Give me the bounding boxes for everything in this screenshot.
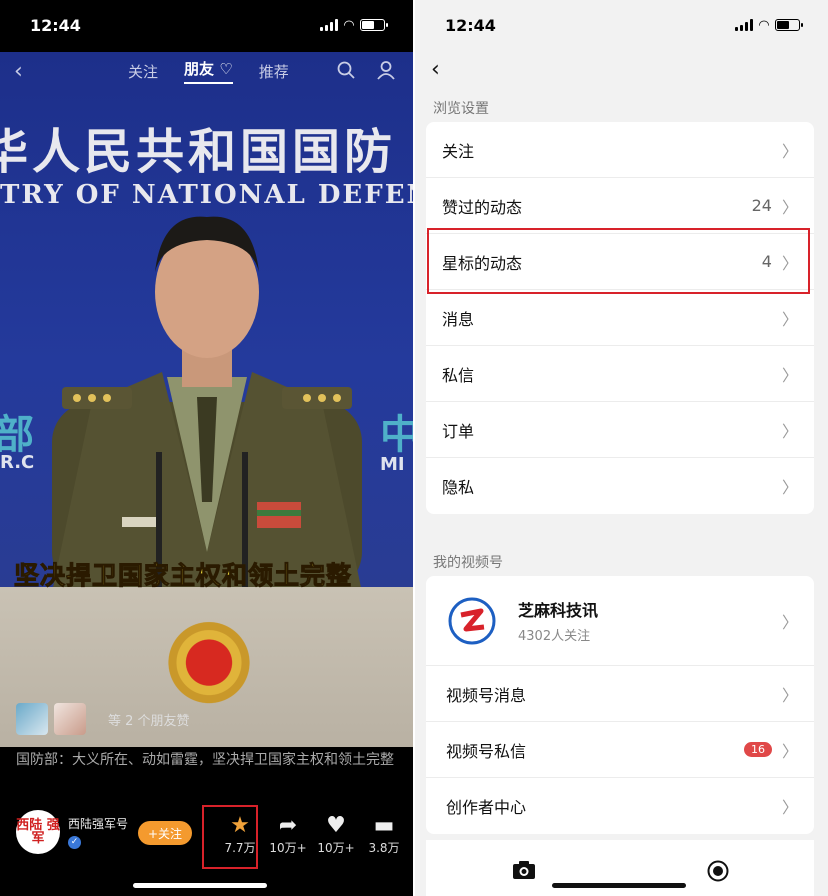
camera-icon[interactable] [512, 860, 536, 880]
highlight-box [202, 805, 258, 869]
channel-logo-icon [448, 596, 496, 645]
signal-icon [320, 19, 338, 31]
section-my-channel: 我的视频号 [433, 555, 503, 571]
friend-avatar [16, 703, 48, 735]
author-avatar[interactable]: 西陆 强军 [16, 810, 60, 854]
share-button[interactable]: ➦ 10万+ [266, 813, 310, 856]
comment-count: 3.8万 [368, 841, 400, 855]
side-small-left: R.C [0, 452, 35, 473]
channel-item[interactable]: 芝麻科技讯 4302人关注 〉 [426, 576, 814, 666]
author-name[interactable]: 西陆强军号 [68, 815, 128, 832]
national-emblem-icon [165, 612, 253, 704]
row-label: 消息 [442, 309, 475, 329]
row-creator-center[interactable]: 创作者中心 〉 [426, 778, 814, 834]
share-count: 10万+ [269, 841, 307, 855]
row-label: 关注 [442, 141, 475, 161]
signal-icon [735, 19, 753, 31]
verified-icon: ✓ [68, 836, 81, 849]
chevron-right-icon: 〉 [781, 478, 798, 497]
row-orders[interactable]: 订单 〉 [426, 402, 814, 458]
row-label: 赞过的动态 [442, 197, 523, 217]
status-bar: 12:44 ◠ [0, 0, 413, 50]
row-channel-private-messages[interactable]: 视频号私信 16 〉 [426, 722, 814, 778]
heart-icon: ♥ [326, 813, 346, 838]
tab-following[interactable]: 关注 [128, 61, 158, 82]
home-indicator[interactable] [133, 883, 267, 888]
back-icon[interactable]: ‹ [431, 57, 440, 82]
wifi-icon: ◠ [344, 17, 354, 33]
row-private-messages[interactable]: 私信 〉 [426, 346, 814, 402]
comment-icon: ▬ [373, 813, 395, 838]
section-browse-settings: 浏览设置 [433, 101, 489, 117]
like-button[interactable]: ♥ 10万+ [314, 813, 358, 856]
top-nav: ‹ 关注 朋友 ♡ 推荐 [0, 52, 413, 90]
battery-icon [360, 19, 388, 31]
row-liked-posts[interactable]: 赞过的动态 24 〉 [426, 178, 814, 234]
settings-panel: 12:44 ◠ ‹ 浏览设置 关注〉 赞过的动态 24 〉 星标的动态 4 〉 消息〉 … [415, 0, 828, 896]
share-icon: ➦ [278, 813, 298, 838]
chevron-right-icon: 〉 [781, 612, 798, 632]
chevron-right-icon: 〉 [781, 421, 798, 441]
status-time: 12:44 [445, 15, 496, 35]
video-caption: 坚决捍卫国家主权和领土完整 [13, 561, 353, 591]
profile-icon[interactable] [376, 60, 396, 80]
chevron-right-icon: 〉 [781, 365, 798, 385]
video-description[interactable]: 国防部：大义所在、动如雷霆，坚决捍卫国家主权和领土完整 [16, 748, 406, 772]
friend-likes[interactable]: 等 2 个朋友赞 [16, 703, 190, 735]
friend-avatar [54, 703, 86, 735]
back-icon[interactable]: ‹ [14, 59, 23, 84]
unread-badge: 16 [743, 742, 772, 757]
highlight-box [427, 228, 810, 294]
video-panel: 12:44 ◠ 华人民共和国国防 TRY OF NATIONAL DEFENSE… [0, 0, 413, 896]
status-time: 12:44 [30, 15, 81, 35]
home-indicator[interactable] [552, 883, 686, 888]
row-label: 隐私 [442, 478, 475, 497]
row-label: 创作者中心 [446, 798, 527, 817]
chevron-right-icon: 〉 [781, 141, 798, 161]
search-icon[interactable] [337, 61, 355, 79]
battery-icon [775, 19, 803, 31]
channel-followers: 4302人关注 [518, 629, 591, 644]
row-following[interactable]: 关注 〉 [426, 122, 814, 178]
browse-settings-card: 关注〉 赞过的动态 24 〉 星标的动态 4 〉 消息〉 私信〉 订单〉 隐私〉 [426, 122, 814, 514]
row-label: 视频号私信 [446, 741, 527, 761]
row-privacy[interactable]: 隐私 〉 [426, 458, 814, 514]
chevron-right-icon: 〉 [781, 197, 798, 217]
likes-text: 等 2 个朋友赞 [108, 713, 190, 729]
chevron-right-icon: 〉 [781, 309, 798, 329]
tab-recommended[interactable]: 推荐 [259, 61, 289, 82]
row-label: 私信 [442, 365, 475, 385]
row-label: 视频号消息 [446, 685, 527, 705]
channel-name: 芝麻科技讯 [518, 601, 599, 620]
status-bar: 12:44 ◠ [415, 0, 828, 50]
chevron-right-icon: 〉 [781, 741, 798, 761]
officer-figure [52, 216, 362, 592]
tab-friends-label: 朋友 [184, 60, 215, 78]
wifi-icon: ◠ [759, 17, 769, 33]
chevron-right-icon: 〉 [781, 685, 798, 705]
row-label: 订单 [442, 421, 475, 441]
live-icon[interactable] [707, 860, 729, 882]
side-text-right: 中 [380, 412, 413, 458]
row-value: 24 [751, 196, 772, 215]
channel-card: 芝麻科技讯 4302人关注 〉 视频号消息〉 视频号私信 16 〉 创作者中心〉 [426, 576, 814, 834]
tab-friends[interactable]: 朋友 ♡ [184, 58, 233, 84]
comment-button[interactable]: ▬ 3.8万 [362, 813, 406, 856]
video-player[interactable]: 华人民共和国国防 TRY OF NATIONAL DEFENSE 部 中 R.C… [0, 52, 413, 747]
like-count: 10万+ [317, 841, 355, 855]
row-messages[interactable]: 消息 〉 [426, 290, 814, 346]
follow-button[interactable]: +关注 [138, 821, 192, 845]
side-small-right: MI [380, 454, 405, 475]
heart-outline-icon: ♡ [219, 60, 233, 78]
row-channel-messages[interactable]: 视频号消息 〉 [426, 666, 814, 722]
chevron-right-icon: 〉 [781, 798, 798, 817]
author-info[interactable]: 西陆 强军 西陆强军号 ✓ [16, 810, 128, 854]
